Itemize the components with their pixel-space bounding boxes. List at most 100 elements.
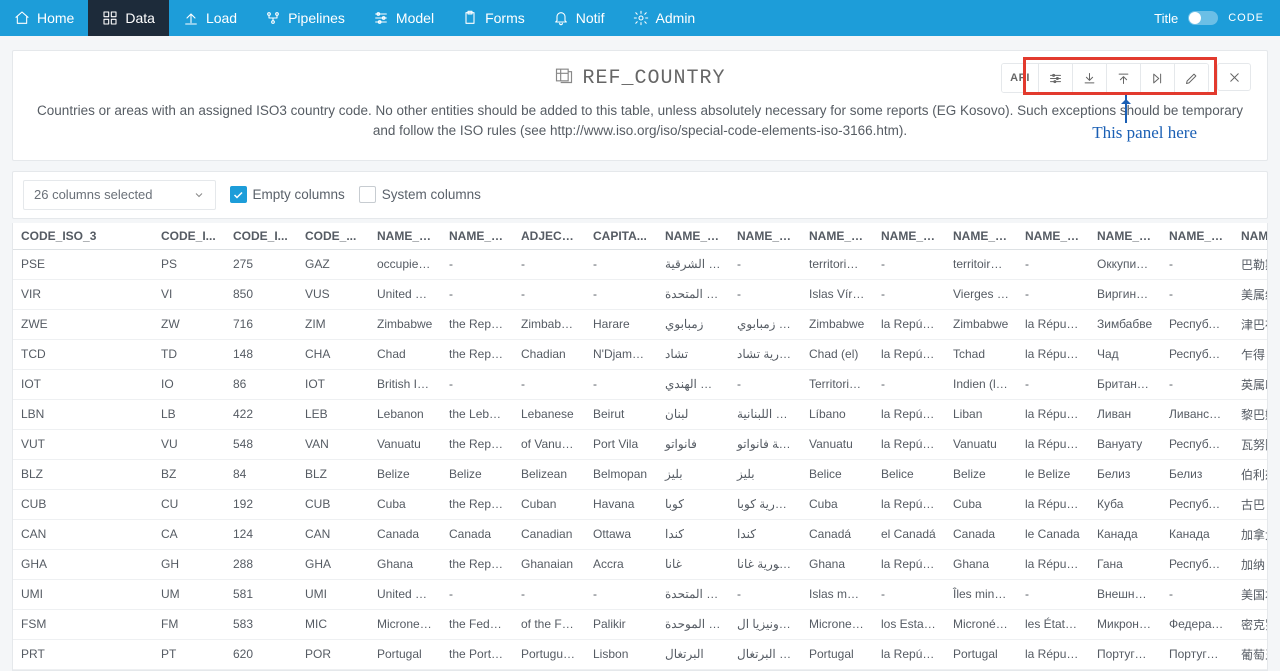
column-header[interactable]: CODE_ISO_3 bbox=[13, 223, 153, 250]
table-cell: - bbox=[585, 279, 657, 309]
nav-model[interactable]: Model bbox=[359, 0, 448, 36]
table-cell: يكرونيزيا - الموحدة) bbox=[657, 609, 729, 639]
nav-admin[interactable]: Admin bbox=[619, 0, 710, 36]
empty-columns-checkbox[interactable]: Empty columns bbox=[230, 186, 345, 203]
table-row[interactable]: CUBCU192CUBCubathe RepublicCubanHavanaكو… bbox=[13, 489, 1268, 519]
table-cell: Португальска bbox=[1161, 639, 1233, 669]
edit-button[interactable] bbox=[1174, 64, 1208, 92]
annotation-text: This panel here bbox=[1092, 123, 1197, 143]
column-header[interactable]: CODE_I... bbox=[225, 223, 297, 250]
table-cell: CAN bbox=[297, 519, 369, 549]
table-cell: 148 bbox=[225, 339, 297, 369]
table-cell: Belize bbox=[369, 459, 441, 489]
table-row[interactable]: UMIUM581UMIUnited States---مة للولايات ا… bbox=[13, 579, 1268, 609]
system-columns-checkbox[interactable]: System columns bbox=[359, 186, 481, 203]
table-cell: Куба bbox=[1089, 489, 1161, 519]
upload-button[interactable] bbox=[1106, 64, 1140, 92]
column-header[interactable]: NAME_S... bbox=[1089, 223, 1161, 250]
table-cell: 192 bbox=[225, 489, 297, 519]
table-cell: the Lebanese bbox=[441, 399, 513, 429]
column-header[interactable]: CODE_... bbox=[297, 223, 369, 250]
table-cell: GH bbox=[153, 549, 225, 579]
table-cell: - bbox=[1017, 369, 1089, 399]
table-cell: Canadian bbox=[513, 519, 585, 549]
table-cell: غانا bbox=[657, 549, 729, 579]
download-button[interactable] bbox=[1072, 64, 1106, 92]
skip-button[interactable] bbox=[1140, 64, 1174, 92]
table-cell: مة للولايات المتحدة bbox=[657, 579, 729, 609]
nav-pipelines[interactable]: Pipelines bbox=[251, 0, 359, 36]
table-cell: N'Djamena bbox=[585, 339, 657, 369]
table-row[interactable]: LBNLB422LEBLebanonthe LebaneseLebaneseBe… bbox=[13, 399, 1268, 429]
table-cell: Vanuatu bbox=[801, 429, 873, 459]
column-header[interactable]: NAME_S... bbox=[657, 223, 729, 250]
table-row[interactable]: PSEPS275GAZoccupied Pal---فيها القدس الش… bbox=[13, 249, 1268, 279]
table-row[interactable]: FSMFM583MICMicronesia (Fthe Federateof t… bbox=[13, 609, 1268, 639]
table-row[interactable]: BLZBZ84BLZBelizeBelizeBelizeanBelmopanبل… bbox=[13, 459, 1268, 489]
nav-data[interactable]: Data bbox=[88, 0, 169, 36]
table-cell: كندا bbox=[729, 519, 801, 549]
table-row[interactable]: PRTPT620PORPortugalthe PortuguePortugues… bbox=[13, 639, 1268, 669]
column-header[interactable]: CODE_I... bbox=[153, 223, 225, 250]
table-cell: CAN bbox=[13, 519, 153, 549]
nav-label: Forms bbox=[485, 10, 525, 26]
api-button[interactable]: API bbox=[1002, 64, 1038, 92]
nav-label: Model bbox=[396, 10, 434, 26]
column-header[interactable]: NAME_S... bbox=[801, 223, 873, 250]
column-header[interactable]: NAME_F... bbox=[873, 223, 945, 250]
page-toolbar: API bbox=[1001, 63, 1251, 93]
table-cell: كوبا bbox=[657, 489, 729, 519]
table-cell: la República bbox=[873, 399, 945, 429]
flow-icon bbox=[265, 10, 281, 26]
table-cell: VI bbox=[153, 279, 225, 309]
table-cell: Британская т bbox=[1089, 369, 1161, 399]
table-cell: - bbox=[1017, 249, 1089, 279]
table-cell: Lebanon bbox=[369, 399, 441, 429]
column-header[interactable]: NAME_F... bbox=[1161, 223, 1233, 250]
table-row[interactable]: VIRVI850VUSUnited States---مة للولايات ا… bbox=[13, 279, 1268, 309]
gear-icon bbox=[633, 10, 649, 26]
table-cell: PSE bbox=[13, 249, 153, 279]
column-header[interactable]: CAPITA... bbox=[585, 223, 657, 250]
table-cell: 伯利兹 bbox=[1233, 459, 1268, 489]
table-cell: Cuba bbox=[369, 489, 441, 519]
table-cell: FSM bbox=[13, 609, 153, 639]
table-row[interactable]: CANCA124CANCanadaCanadaCanadianOttawaكند… bbox=[13, 519, 1268, 549]
table-cell: 86 bbox=[225, 369, 297, 399]
table-row[interactable]: IOTIO86IOTBritish Indian---ي في المحيط ا… bbox=[13, 369, 1268, 399]
column-header[interactable]: NAME_F... bbox=[729, 223, 801, 250]
table-cell: - bbox=[585, 249, 657, 279]
nav-notif[interactable]: Notif bbox=[539, 0, 619, 36]
table-cell: Вануату bbox=[1089, 429, 1161, 459]
table-row[interactable]: VUTVU548VANVanuatuthe Republicof Vanuatu… bbox=[13, 429, 1268, 459]
column-header[interactable]: NAME_S... bbox=[1233, 223, 1268, 250]
table-cell: 美属维尔京群 bbox=[1233, 279, 1268, 309]
configure-button[interactable] bbox=[1038, 64, 1072, 92]
table-cell: Cuban bbox=[513, 489, 585, 519]
table-cell: Vierges des E bbox=[945, 279, 1017, 309]
table-cell: of Vanuatu, V bbox=[513, 429, 585, 459]
table-cell: Canadá bbox=[801, 519, 873, 549]
table-row[interactable]: ZWEZW716ZIMZimbabwethe RepublicZimbabwea… bbox=[13, 309, 1268, 339]
column-header[interactable]: NAME_S... bbox=[369, 223, 441, 250]
columns-select[interactable]: 26 columns selected bbox=[23, 180, 216, 210]
table-cell: IO bbox=[153, 369, 225, 399]
table-cell: VAN bbox=[297, 429, 369, 459]
nav-forms[interactable]: Forms bbox=[448, 0, 539, 36]
column-header[interactable]: NAME_S... bbox=[945, 223, 1017, 250]
table-cell: جمهورية كوبا bbox=[729, 489, 801, 519]
column-header[interactable]: ADJECTI... bbox=[513, 223, 585, 250]
column-header[interactable]: NAME_F... bbox=[441, 223, 513, 250]
table-row[interactable]: GHAGH288GHAGhanathe RepublicGhanaianAccr… bbox=[13, 549, 1268, 579]
annotation-arrow bbox=[1125, 95, 1127, 123]
nav-home[interactable]: Home bbox=[0, 0, 88, 36]
close-button[interactable] bbox=[1217, 63, 1251, 91]
nav-load[interactable]: Load bbox=[169, 0, 251, 36]
table-row[interactable]: TCDTD148CHAChadthe RepublicChadianN'Djam… bbox=[13, 339, 1268, 369]
table-cell: the Republic bbox=[441, 309, 513, 339]
table-cell: Chadian bbox=[513, 339, 585, 369]
table-cell: 古巴 bbox=[1233, 489, 1268, 519]
column-header[interactable]: NAME_F... bbox=[1017, 223, 1089, 250]
toolbar-group: API bbox=[1001, 63, 1209, 93]
title-toggle[interactable] bbox=[1188, 11, 1218, 25]
